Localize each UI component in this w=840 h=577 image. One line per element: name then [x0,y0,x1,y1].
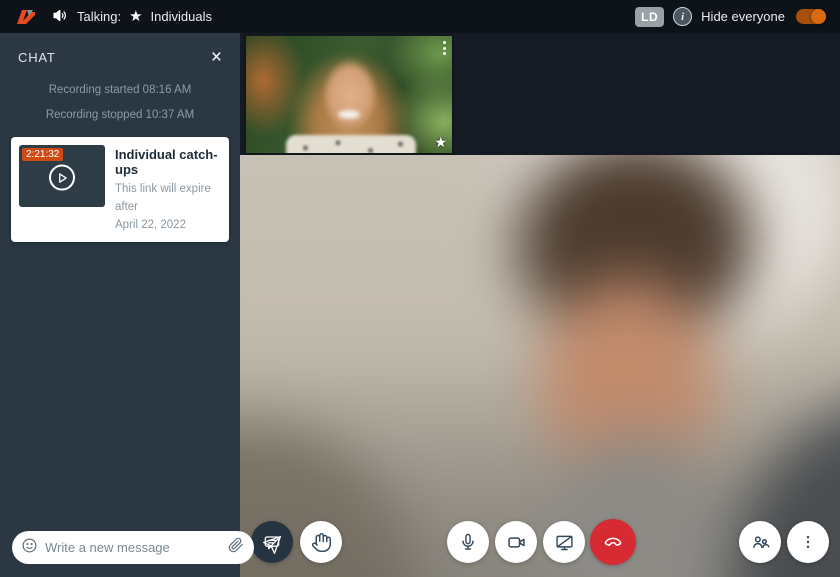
attach-paperclip-icon[interactable] [228,537,244,558]
hide-everyone-label: Hide everyone [701,9,785,24]
active-speaker-video [240,155,840,577]
top-bar: Talking: ★ Individuals LD i Hide everyon… [0,0,840,33]
participant-face [322,58,378,132]
chat-header: CHAT × [0,33,240,71]
emoji-icon[interactable] [21,537,38,559]
recording-thumbnail[interactable]: 2:21:32 [19,145,105,207]
talking-speaker-name: Individuals [151,9,212,24]
toggle-knob [811,9,826,24]
hang-up-button[interactable] [590,519,636,565]
recording-card-text: Individual catch-ups This link will expi… [115,145,221,234]
favorite-star-icon: ★ [129,9,142,24]
message-input[interactable] [45,540,221,555]
close-icon[interactable]: × [211,51,222,65]
video-stage: ★ [240,33,840,577]
recording-started-note: Recording started 08:16 AM [0,84,240,96]
recording-title: Individual catch-ups [115,147,221,177]
participant-smile [338,110,360,119]
message-input-pill[interactable] [12,531,254,564]
thumbnail-favorite-star-icon[interactable]: ★ [434,134,447,151]
user-initials-badge[interactable]: LD [635,7,664,27]
microphone-button[interactable] [447,521,489,563]
speaker-volume-icon[interactable] [52,7,69,27]
raise-hand-button[interactable] [300,521,342,563]
remote-participant-video[interactable]: ★ [244,34,454,155]
camera-button[interactable] [495,521,537,563]
thumbnail-kebab-menu-icon[interactable] [443,41,446,55]
duration-badge: 2:21:32 [22,148,63,161]
talking-label: Talking: [77,9,121,24]
chat-title: CHAT [18,50,56,65]
app-logo-icon [14,8,38,26]
recording-message-card[interactable]: 2:21:32 Individual catch-ups This link w… [11,137,229,242]
more-options-button[interactable] [787,521,829,563]
recording-expiry-line1: This link will expire after [115,181,221,217]
message-composer [0,520,240,577]
screen-share-button[interactable] [543,521,585,563]
recording-stopped-note: Recording stopped 10:37 AM [0,109,240,121]
participant-shirt [286,135,416,155]
blurred-video-frame [240,155,840,577]
play-icon[interactable] [49,165,75,191]
hide-everyone-toggle[interactable] [796,9,826,24]
recording-expiry-line2: April 22, 2022 [115,217,221,235]
chat-panel: CHAT × Recording started 08:16 AM Record… [0,33,240,577]
participants-button[interactable] [739,521,781,563]
info-icon[interactable]: i [673,7,692,26]
send-icon[interactable] [262,535,282,560]
